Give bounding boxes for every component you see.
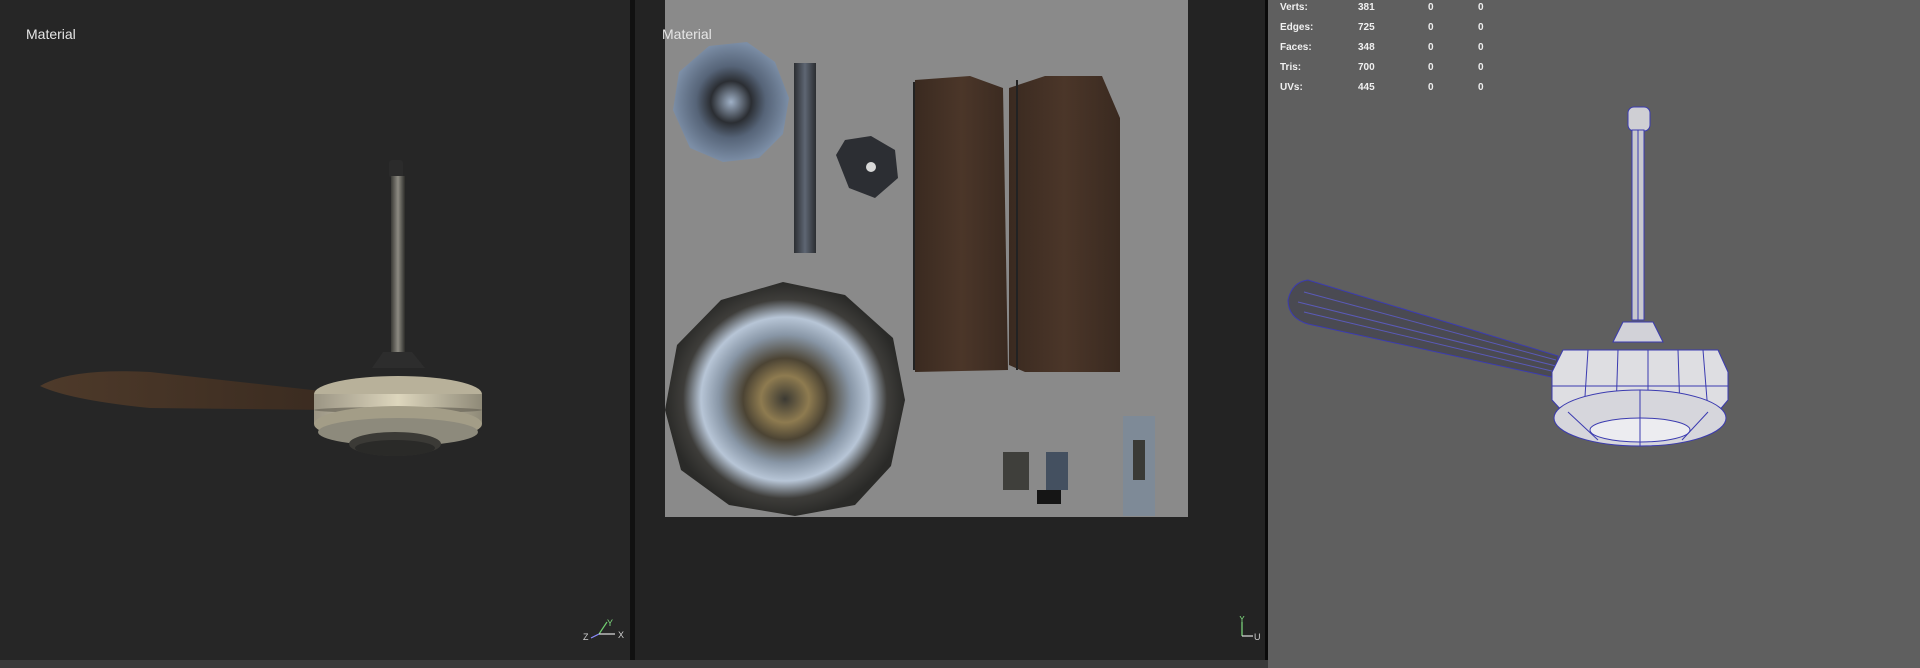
viewport-label: Material [662,26,712,42]
uv-texture-sheet[interactable] [665,0,1188,517]
uv-editor-viewport[interactable]: Material Y U [635,0,1265,660]
uv-axis-u-label: U [1254,632,1261,642]
material-viewport-left[interactable]: Material Z Y X [0,0,630,660]
uv-axis-icon: Y U [1239,616,1261,642]
wireframe-fan-model[interactable] [1268,0,1920,668]
wireframe-viewport-right[interactable]: Verts: 381 0 0 Edges: 725 0 0 Faces: 348… [1268,0,1920,668]
viewport-bottom-strip [0,660,1268,668]
axis-z-label: Z [583,632,589,642]
ceiling-fan-model[interactable] [0,0,630,660]
uv-axis-y-label: Y [1239,616,1245,624]
axis-y-label: Y [607,618,613,628]
axis-triad-icon: Z Y X [583,618,624,642]
axis-x-label: X [618,630,624,640]
